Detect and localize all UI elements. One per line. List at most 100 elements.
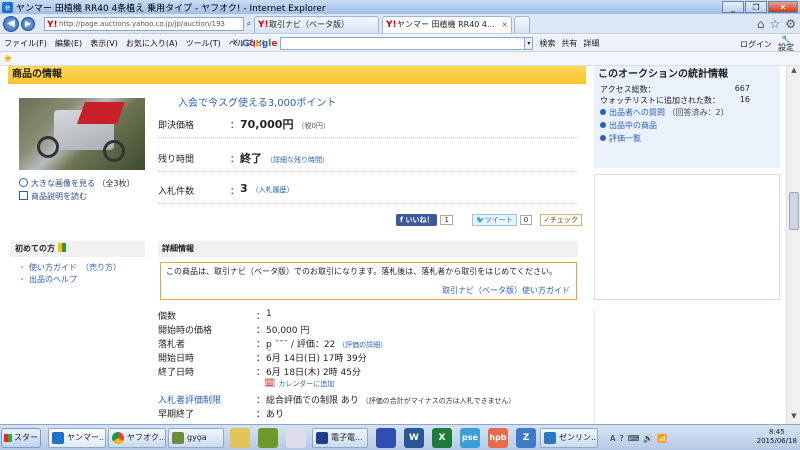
vertical-scrollbar[interactable]: ▲ ▼ [786, 66, 800, 424]
mixi-check[interactable]: ✓チェック [540, 214, 582, 226]
google-search-dropdown[interactable]: ▾ [525, 37, 534, 50]
seller-items-link[interactable]: 出品中の商品 [594, 119, 780, 132]
taskbar-ie-window[interactable]: ヤンマー... [48, 428, 106, 448]
google-share-button[interactable]: 共有 [561, 38, 577, 49]
answered-count: （回答済み：2） [667, 108, 729, 117]
menu-favorites[interactable]: お気に入り(A) [122, 38, 182, 49]
tweet[interactable]: 🐦ツイート 0 [472, 214, 533, 226]
google-search-button[interactable]: 検索 [539, 38, 555, 49]
taskbar-denshi-window[interactable]: 電子電... [312, 428, 368, 448]
tweet-label: ツイート [484, 216, 513, 224]
app-launcher-icon[interactable] [376, 428, 396, 448]
menu-view[interactable]: 表示(V) [86, 38, 122, 49]
detail-label: 早期終了 [158, 410, 195, 420]
rating-list-link[interactable]: 評価一覧 [594, 132, 780, 145]
menu-bar: ファイル(F) 編集(E) 表示(V) お気に入り(A) ツール(T) ヘルプ(… [0, 35, 800, 52]
menu-tools[interactable]: ツール(T) [182, 38, 225, 49]
bid-history-link[interactable]: （入札履歴） [252, 186, 294, 194]
mixi-check-button[interactable]: ✓チェック [540, 214, 582, 226]
tab-close-icon[interactable]: × [501, 17, 508, 33]
bidder-restriction-link[interactable]: 入札者評価制限 [158, 393, 221, 406]
pse-icon[interactable]: pse [460, 428, 480, 448]
excel-icon[interactable]: X [432, 428, 452, 448]
link-label: 使い方ガイド （売り方） [29, 263, 121, 272]
gear-icon[interactable]: ⚙ [785, 16, 796, 32]
view-large-image-link[interactable]: 大きな画像を見る （全3枚） [19, 178, 135, 189]
help-icon[interactable]: ? [619, 434, 623, 443]
tab-auction-page[interactable]: Y! ヤンマー 田植機 RR40 4... × [382, 16, 512, 33]
settings-label: 設定 [778, 43, 794, 52]
new-tab-button[interactable] [514, 16, 530, 33]
tab-label: 取引ナビ（ベータ版） [269, 20, 349, 29]
listing-help-link[interactable]: ・出品のヘルプ [18, 274, 77, 285]
rating-detail-link[interactable]: （評価の詳細） [338, 341, 387, 349]
facebook-like[interactable]: f いいね！ 1 [396, 214, 453, 226]
hpb-icon[interactable]: hpb [488, 428, 508, 448]
forward-arrow-icon[interactable]: ▶ [21, 17, 35, 31]
search-icon[interactable]: ⌕ [244, 17, 254, 31]
tractor-wheel [103, 140, 125, 162]
scroll-thumb[interactable] [789, 192, 799, 230]
ie-app-icon: e [2, 1, 13, 13]
tweet-count: 0 [519, 215, 533, 225]
url-input[interactable]: Y! http://page.auctions.yahoo.co.jp/jp/a… [44, 17, 244, 31]
taskbar-zenrin-window[interactable]: ゼンリン... [540, 428, 598, 448]
tweet-button[interactable]: 🐦ツイート [472, 214, 517, 226]
network-icon[interactable]: 📶 [657, 434, 667, 443]
facebook-like-button[interactable]: f いいね！ [396, 214, 438, 226]
bid-count-row: 入札件数 ： 3 （入札履歴） [158, 176, 578, 204]
system-clock[interactable]: 8:45 2015/06/18 [757, 428, 797, 446]
yahoo-favicon-icon: Y! [386, 20, 397, 30]
favorites-star-icon[interactable]: ★ [3, 52, 13, 65]
navi-guide-link[interactable]: 取引ナビ（ベータ版）使い方ガイド [442, 285, 570, 296]
z-app-icon[interactable]: Z [516, 428, 536, 448]
bird-app-icon[interactable] [286, 428, 306, 448]
signup-promo-link[interactable]: 入会で今スグ使える3,000ポイント [178, 94, 336, 109]
app-launcher-icon[interactable] [258, 428, 278, 448]
tray-icons[interactable]: 🔊 [643, 434, 653, 443]
product-image[interactable] [19, 98, 145, 170]
scroll-down-icon[interactable]: ▼ [787, 412, 800, 424]
ime-icon[interactable]: A [610, 434, 615, 443]
start-button[interactable]: スタート [1, 428, 41, 448]
buy-now-price-row: 即決価格 ： 70,000円 （税0円） [158, 110, 578, 138]
seller-question-link[interactable]: 出品者への質問 （回答済み：2） [594, 106, 780, 119]
read-description-link[interactable]: 商品説明を読む [19, 191, 87, 202]
detail-label: 開始日時 [158, 354, 195, 364]
tab-transaction-navi[interactable]: Y! 取引ナビ（ベータ版） [254, 16, 379, 33]
settings-button[interactable]: 🔧 設定 [778, 36, 794, 52]
minimize-button[interactable]: _ [722, 1, 744, 13]
guide-link[interactable]: ・使い方ガイド （売り方） [18, 262, 121, 273]
window-title: ヤンマー 田植機 RR40 4条植え 乗用タイプ - ヤフオク! - Inter… [16, 3, 326, 14]
detail-label: 終了日時 [158, 368, 195, 378]
google-search-input[interactable] [280, 37, 526, 50]
login-link[interactable]: ログイン [740, 39, 772, 50]
home-icon[interactable]: ⌂ [757, 16, 765, 32]
add-to-calendar-link[interactable]: カレンダーに追加 [278, 380, 334, 388]
watch-count: 16 [739, 95, 750, 104]
taskbar-window-3[interactable]: gyọ̣a [168, 428, 224, 448]
google-more-button[interactable]: 詳細 [583, 38, 599, 49]
task-label: ヤフオク... [127, 433, 166, 442]
detail-value: 50,000 円 [266, 326, 310, 336]
scroll-up-icon[interactable]: ▲ [787, 66, 800, 78]
menu-file[interactable]: ファイル(F) [0, 38, 51, 49]
keyboard-icon[interactable]: ⌨ [628, 434, 640, 443]
folder-icon[interactable] [230, 428, 250, 448]
link-extra: （全3枚） [97, 179, 135, 188]
time-detail-link[interactable]: （詳細な残り時間） [266, 156, 329, 164]
back-arrow-icon[interactable]: ◀ [3, 16, 19, 32]
close-toolbar-icon[interactable]: × [232, 37, 239, 46]
word-icon[interactable]: W [404, 428, 424, 448]
taskbar-chrome-window[interactable]: ヤフオク... [108, 428, 166, 448]
tab-label: ヤンマー 田植機 RR40 4... [397, 20, 495, 29]
buy-now-price: 70,000円 [240, 118, 294, 131]
restriction-note: （評価の合計がマイナスの方は入札できません） [361, 397, 516, 405]
favorites-star-icon[interactable]: ☆ [769, 16, 780, 32]
restore-button[interactable]: ❐ [745, 1, 767, 13]
stats-access-row: アクセス総数： 667 [600, 84, 750, 94]
link-label: 出品者への質問 [609, 108, 665, 117]
detail-label: 開始時の価格 [158, 326, 213, 336]
menu-edit[interactable]: 編集(E) [51, 38, 86, 49]
close-button[interactable]: ✕ [768, 1, 798, 13]
